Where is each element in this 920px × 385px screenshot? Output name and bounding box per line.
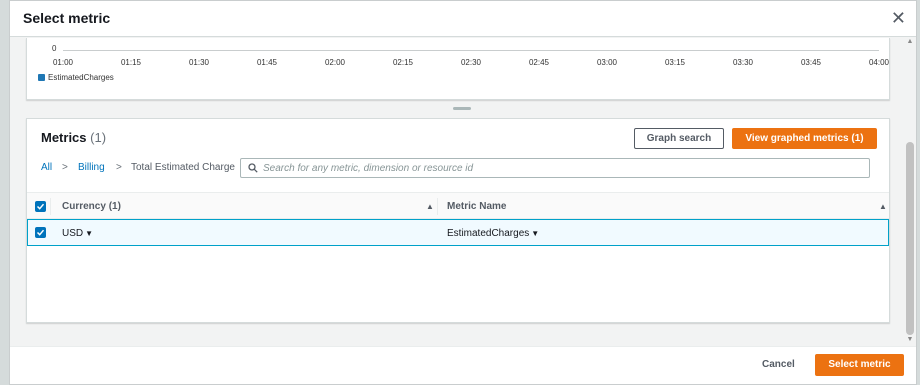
- x-axis-tick-label: 03:15: [664, 58, 686, 67]
- select-metric-button[interactable]: Select metric: [815, 354, 904, 376]
- select-metric-modal: Select metric ✕ 0 01:00 01:15 01:30 01:45 02…: [9, 0, 917, 385]
- caret-down-icon[interactable]: ▼: [531, 229, 539, 238]
- currency-header-label: Currency: [62, 201, 106, 212]
- table-header: Currency (1) ▲ Metric Name ▲: [27, 192, 889, 219]
- table-row[interactable]: USD ▼ EstimatedCharges ▼: [27, 219, 889, 246]
- close-icon[interactable]: ✕: [891, 8, 906, 28]
- x-axis-tick-label: 03:30: [732, 58, 754, 67]
- sort-ascending-icon[interactable]: ▲: [879, 202, 887, 211]
- metric-search-input[interactable]: [263, 159, 863, 177]
- graph-panel: 0 01:00 01:15 01:30 01:45 02:00 02:15 02:30 02:…: [26, 38, 890, 100]
- metric-name-cell: EstimatedCharges ▼: [447, 228, 539, 239]
- vertical-scrollbar[interactable]: ▲ ▼: [906, 38, 914, 344]
- view-graphed-metrics-button[interactable]: View graphed metrics (1): [732, 128, 877, 149]
- modal-header: Select metric ✕: [10, 1, 916, 37]
- currency-cell: USD ▼: [62, 228, 93, 239]
- sort-ascending-icon[interactable]: ▲: [426, 202, 434, 211]
- modal-footer: Cancel Select metric: [10, 346, 916, 384]
- x-axis-tick-label: 02:30: [460, 58, 482, 67]
- search-icon: [248, 163, 258, 173]
- currency-value: USD: [62, 228, 84, 239]
- modal-title: Select metric: [23, 10, 111, 26]
- metric-name-value: EstimatedCharges: [447, 228, 530, 239]
- x-axis-tick-label: 02:15: [392, 58, 414, 67]
- select-all-checkbox[interactable]: [35, 201, 46, 212]
- check-icon: [36, 203, 45, 210]
- column-header-currency[interactable]: Currency (1): [62, 201, 121, 212]
- check-icon: [36, 229, 45, 236]
- resize-handle[interactable]: [453, 107, 471, 110]
- column-header-metric-name[interactable]: Metric Name: [447, 201, 506, 212]
- metrics-title: Metrics: [41, 130, 87, 145]
- scroll-up-icon[interactable]: ▲: [906, 38, 914, 46]
- x-axis-tick-label: 02:00: [324, 58, 346, 67]
- breadcrumb-current: Total Estimated Charge: [131, 162, 235, 173]
- y-axis-zero-label: 0: [52, 44, 57, 53]
- x-axis-tick-label: 01:00: [52, 58, 74, 67]
- metrics-count: (1): [90, 130, 107, 145]
- graph-search-button[interactable]: Graph search: [634, 128, 724, 149]
- x-axis-tick-label: 04:00: [868, 58, 890, 67]
- breadcrumb-separator-icon: >: [116, 162, 122, 173]
- modal-body[interactable]: 0 01:00 01:15 01:30 01:45 02:00 02:15 02:30 02:…: [10, 38, 916, 344]
- caret-down-icon[interactable]: ▼: [85, 229, 93, 238]
- legend-swatch: [38, 74, 45, 81]
- x-axis-tick-label: 01:30: [188, 58, 210, 67]
- row-checkbox[interactable]: [35, 227, 46, 238]
- metric-search-box[interactable]: [240, 158, 870, 178]
- metrics-panel: Metrics (1) Graph search View graphed me…: [26, 118, 890, 323]
- x-axis-tick-label: 02:45: [528, 58, 550, 67]
- cancel-button[interactable]: Cancel: [762, 359, 795, 370]
- breadcrumb-separator-icon: >: [62, 162, 68, 173]
- x-axis-tick-label: 01:15: [120, 58, 142, 67]
- scroll-down-icon[interactable]: ▼: [906, 336, 914, 344]
- scrollbar-thumb[interactable]: [906, 142, 914, 335]
- breadcrumb-all[interactable]: All: [41, 162, 52, 173]
- column-divider[interactable]: [50, 198, 51, 215]
- x-axis-tick-label: 01:45: [256, 58, 278, 67]
- currency-header-count: (1): [108, 201, 121, 212]
- x-axis-line: [63, 50, 879, 51]
- column-divider[interactable]: [437, 198, 438, 215]
- x-axis-tick-label: 03:00: [596, 58, 618, 67]
- legend-label[interactable]: EstimatedCharges: [48, 73, 114, 82]
- metrics-heading: Metrics (1): [41, 130, 106, 145]
- breadcrumb-billing[interactable]: Billing: [78, 162, 105, 173]
- x-axis-tick-label: 03:45: [800, 58, 822, 67]
